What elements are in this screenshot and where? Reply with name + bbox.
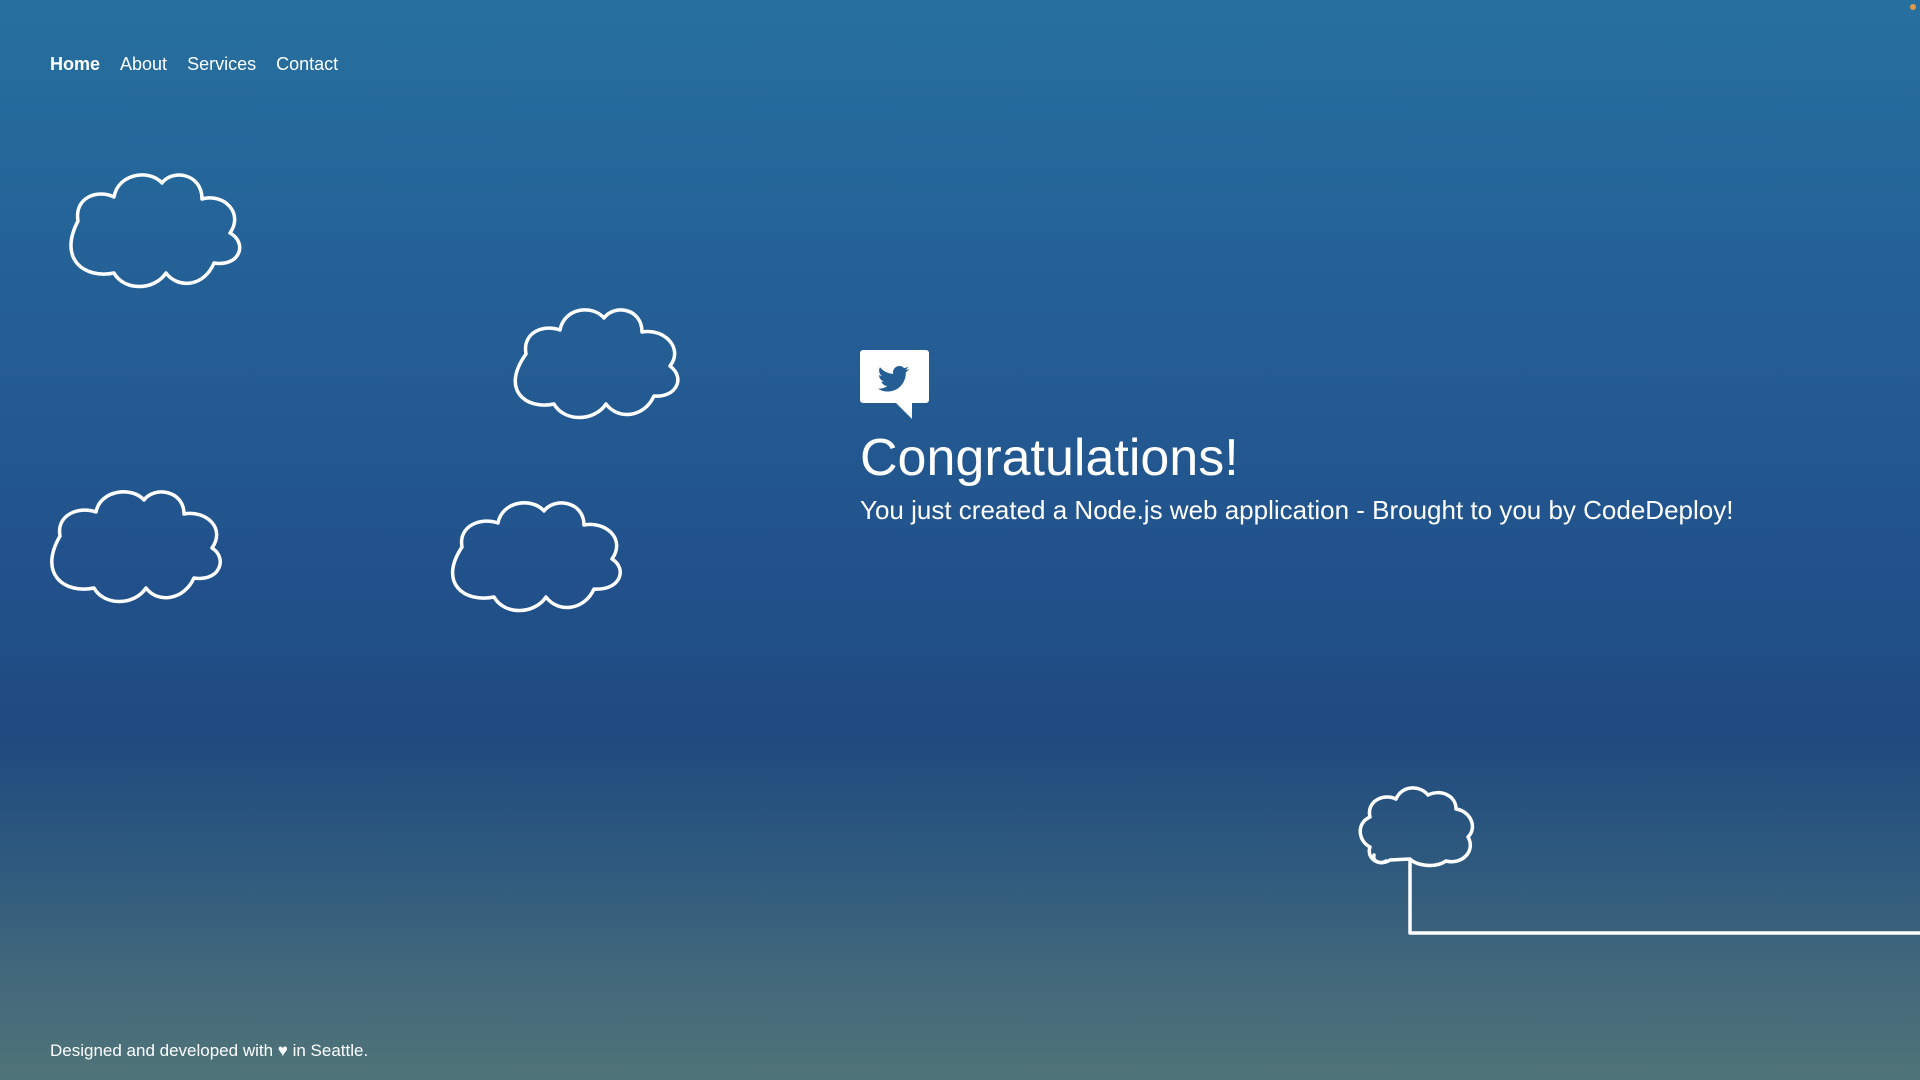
page-title: Congratulations!	[860, 429, 1239, 487]
corner-indicator	[1910, 4, 1916, 10]
footer-credit: Designed and developed with ♥ in Seattle…	[50, 1041, 369, 1060]
cloud-illustration	[450, 501, 622, 613]
cloud-illustration	[50, 490, 222, 604]
nav-link-about[interactable]: About	[120, 54, 167, 75]
nav-link-services[interactable]: Services	[187, 54, 256, 75]
nav-link-contact[interactable]: Contact	[276, 54, 338, 75]
tree-illustration	[1358, 786, 1920, 935]
cloud-illustration	[513, 308, 680, 420]
cloud-illustration	[69, 173, 242, 289]
twitter-bird-speech-bubble-icon	[860, 350, 929, 419]
nav-link-home[interactable]: Home	[50, 54, 100, 75]
page-subtitle: You just created a Node.js web applicati…	[860, 495, 1734, 526]
main-nav: Home About Services Contact	[50, 54, 338, 75]
hero-message: Congratulations! You just created a Node…	[860, 350, 1733, 526]
